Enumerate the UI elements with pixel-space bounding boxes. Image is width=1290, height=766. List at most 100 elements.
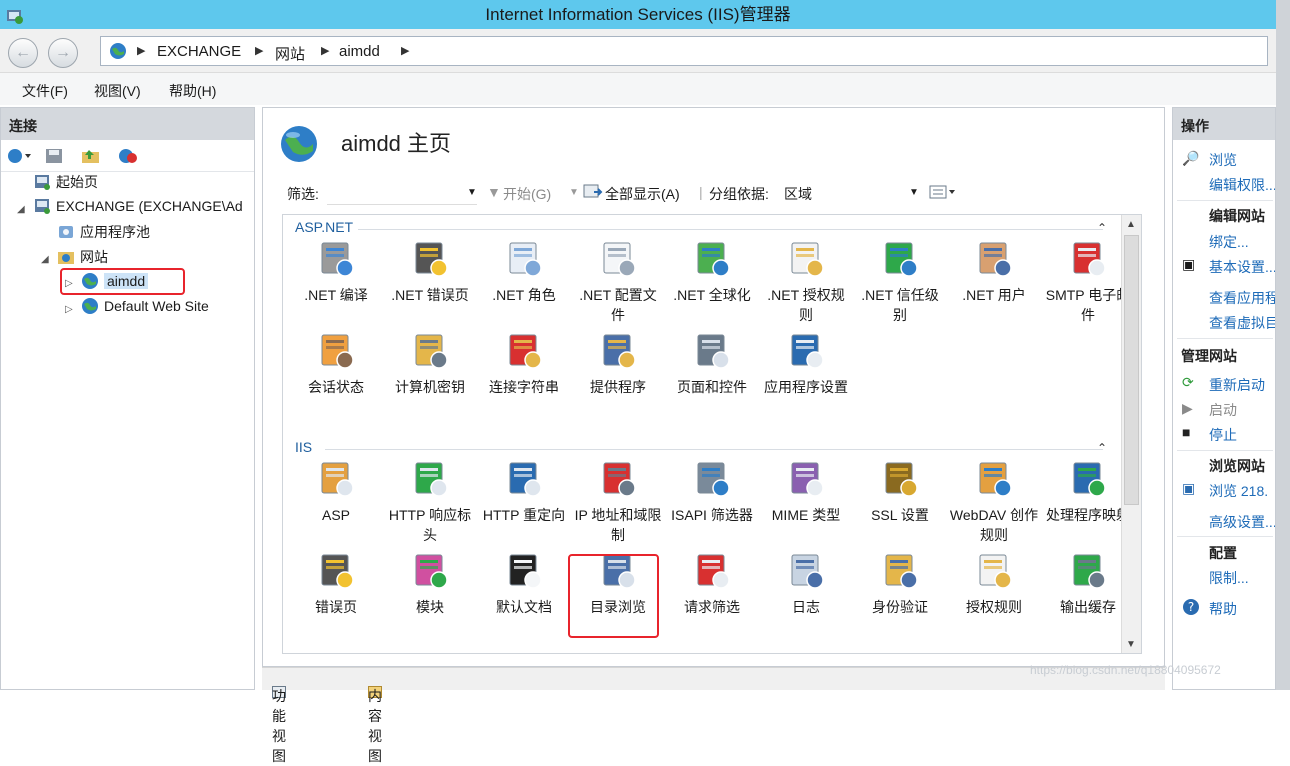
feature-item[interactable]: .NET 角色	[479, 239, 569, 305]
edit-permissions-link[interactable]: 编辑权限...	[1209, 175, 1275, 195]
feature-item[interactable]: 输出缓存	[1043, 551, 1133, 617]
feature-item[interactable]: 页面和控件	[667, 331, 757, 397]
expand-sites-icon[interactable]: ◢	[41, 254, 49, 265]
actions-divider	[1177, 200, 1273, 201]
save-icon[interactable]	[45, 148, 63, 167]
feature-item[interactable]: .NET 错误页	[385, 239, 475, 305]
feature-item[interactable]: 身份验证	[855, 551, 945, 617]
advanced-settings-link[interactable]: 高级设置...	[1209, 512, 1275, 532]
tree-start-page[interactable]: 起始页	[33, 172, 98, 192]
feature-item[interactable]: SMTP 电子邮件	[1043, 239, 1133, 325]
bindings-link[interactable]: 绑定...	[1209, 232, 1249, 252]
view-applications-link[interactable]: 查看应用程	[1209, 288, 1275, 308]
collapse-iis-icon[interactable]: ⌃	[1097, 441, 1107, 455]
feature-label: .NET 错误页	[391, 287, 469, 303]
tree-app-pools-label: 应用程序池	[80, 224, 150, 240]
feature-label: 日志	[792, 599, 820, 615]
menu-help[interactable]: 帮助(H)	[169, 81, 216, 101]
title-bar: Internet Information Services (IIS)管理器	[0, 0, 1276, 29]
basic-settings-link[interactable]: 基本设置...	[1209, 257, 1275, 277]
disconnect-icon[interactable]	[117, 148, 139, 167]
tree-sites[interactable]: 网站	[57, 247, 108, 267]
browse-218-link[interactable]: 浏览 218.	[1209, 481, 1268, 501]
breadcrumb-sites[interactable]: 网站	[275, 43, 305, 64]
http-redirect-icon	[503, 459, 545, 499]
collapse-aspnet-icon[interactable]: ⌃	[1097, 221, 1107, 235]
feature-item[interactable]: .NET 用户	[949, 239, 1039, 305]
group-by-value: 区域	[784, 186, 812, 202]
browse-site-icon: ▣	[1182, 480, 1196, 496]
feature-label: 页面和控件	[677, 379, 747, 395]
address-bar[interactable]: ▶ EXCHANGE ▶ 网站 ▶ aimdd ▶	[100, 36, 1268, 66]
feature-item[interactable]: ISAPI 筛选器	[667, 459, 757, 525]
feature-item[interactable]: 错误页	[291, 551, 381, 617]
menu-file[interactable]: 文件(F)	[22, 81, 68, 101]
server-icon	[33, 197, 51, 215]
features-list: ASP.NET ⌃ IIS ⌃ .NET 编译 .NET 错误页 .NET 角色 .N…	[282, 214, 1142, 654]
feature-item[interactable]: 处理程序映射	[1043, 459, 1133, 525]
feature-item[interactable]: IP 地址和域限制	[573, 459, 663, 545]
limits-link[interactable]: 限制...	[1209, 568, 1249, 588]
features-scrollbar[interactable]: ▲ ▼	[1121, 215, 1141, 653]
modules-icon	[409, 551, 451, 591]
tree-app-pools[interactable]: 应用程序池	[57, 222, 150, 242]
stop-link[interactable]: 停止	[1209, 425, 1237, 445]
feature-item[interactable]: .NET 信任级别	[855, 239, 945, 325]
feature-item[interactable]: .NET 配置文件	[573, 239, 663, 325]
feature-item[interactable]: .NET 授权规则	[761, 239, 851, 325]
start-link[interactable]: 启动	[1209, 400, 1237, 420]
view-virtual-directories-link[interactable]: 查看虚拟目	[1209, 313, 1275, 333]
breadcrumb-exchange[interactable]: EXCHANGE	[157, 43, 241, 60]
expand-server-icon[interactable]: ◢	[17, 204, 25, 215]
feature-item[interactable]: .NET 编译	[291, 239, 381, 305]
feature-item[interactable]: ASP	[291, 459, 381, 525]
content-view-label: 内容视图	[368, 688, 382, 764]
back-button[interactable]: ←	[8, 38, 38, 68]
window-edge	[1276, 0, 1290, 690]
filter-dropdown-icon[interactable]: ▼	[467, 187, 477, 198]
filter-input[interactable]	[327, 179, 477, 205]
breadcrumb-arrow-icon: ▶	[137, 45, 146, 57]
breadcrumb-arrow-icon[interactable]: ▶	[401, 44, 409, 57]
feature-item[interactable]: 请求筛选	[667, 551, 757, 617]
feature-item[interactable]: 计算机密钥	[385, 331, 475, 397]
start-filter-button[interactable]: 开始(G)	[503, 184, 551, 204]
feature-item[interactable]: SSL 设置	[855, 459, 945, 525]
connect-icon[interactable]	[7, 148, 33, 167]
feature-label: .NET 信任级别	[861, 287, 939, 323]
feature-item[interactable]: 应用程序设置	[761, 331, 851, 397]
funnel-icon: ▼	[487, 184, 501, 200]
feature-item[interactable]: HTTP 响应标头	[385, 459, 475, 545]
view-mode-icon[interactable]	[929, 184, 957, 203]
feature-item[interactable]: 默认文档	[479, 551, 569, 617]
feature-item[interactable]: 会话状态	[291, 331, 381, 397]
feature-item[interactable]: 授权规则	[949, 551, 1039, 617]
restart-link[interactable]: 重新启动	[1209, 375, 1265, 395]
feature-item[interactable]: .NET 全球化	[667, 239, 757, 305]
menu-view[interactable]: 视图(V)	[94, 81, 141, 101]
breadcrumb-aimdd[interactable]: aimdd	[339, 43, 380, 60]
feature-item[interactable]: 连接字符串	[479, 331, 569, 397]
feature-item[interactable]: 日志	[761, 551, 851, 617]
feature-item[interactable]: 提供程序	[573, 331, 663, 397]
scrollbar-thumb[interactable]	[1124, 235, 1139, 505]
tree-default-web-site[interactable]: Default Web Site	[81, 297, 209, 315]
up-folder-icon[interactable]	[81, 148, 101, 167]
show-all-button[interactable]: 全部显示(A)	[605, 184, 680, 204]
forward-button[interactable]: →	[48, 38, 78, 68]
feature-item[interactable]: 模块	[385, 551, 475, 617]
feature-label: .NET 全球化	[673, 287, 751, 303]
group-by-select[interactable]: 区域 ▼	[784, 179, 924, 205]
help-link[interactable]: 帮助	[1209, 599, 1237, 619]
feature-item[interactable]: HTTP 重定向	[479, 459, 569, 525]
actions-divider	[1177, 450, 1273, 451]
feature-item[interactable]: MIME 类型	[761, 459, 851, 525]
start-dropdown-icon[interactable]: ▼	[569, 187, 579, 198]
scroll-up-icon[interactable]: ▲	[1126, 219, 1136, 230]
scroll-down-icon[interactable]: ▼	[1126, 639, 1136, 650]
expand-default-site-icon[interactable]: ▷	[65, 304, 73, 315]
tree-server[interactable]: EXCHANGE (EXCHANGE\Ad	[33, 197, 243, 215]
browse-link[interactable]: 浏览	[1209, 150, 1237, 170]
feature-item[interactable]: WebDAV 创作规则	[949, 459, 1039, 545]
directory-browsing-highlight-box	[568, 554, 659, 638]
